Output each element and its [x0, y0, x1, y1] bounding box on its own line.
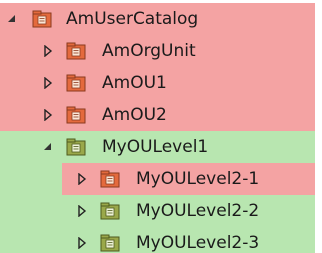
tree-node-amusercatalog[interactable]: AmUserCatalog — [0, 3, 315, 35]
tree-node-label: MyOULevel2-2 — [136, 201, 260, 221]
folder-green-icon — [100, 233, 120, 253]
folder-green-icon — [100, 201, 120, 221]
tree-node-myoulevel1[interactable]: MyOULevel1 — [0, 131, 315, 163]
tree-node-label: MyOULevel1 — [102, 137, 209, 157]
folder-green-icon — [66, 137, 86, 157]
expanded-triangle-icon[interactable] — [6, 12, 18, 26]
tree-node-label: MyOULevel2-1 — [136, 169, 260, 189]
folder-red-icon — [32, 9, 52, 29]
collapsed-triangle-icon[interactable] — [42, 44, 54, 58]
tree-node-label: AmUserCatalog — [66, 9, 199, 29]
folder-red-icon — [66, 105, 86, 125]
collapsed-triangle-icon[interactable] — [76, 204, 88, 218]
collapsed-triangle-icon[interactable] — [42, 76, 54, 90]
folder-red-icon — [66, 41, 86, 61]
tree-node-myoulevel2-3[interactable]: MyOULevel2-3 — [0, 227, 315, 253]
tree-node-amou1[interactable]: AmOU1 — [0, 67, 315, 99]
folder-red-icon — [100, 169, 120, 189]
collapsed-triangle-icon[interactable] — [42, 108, 54, 122]
tree-node-amorgunit[interactable]: AmOrgUnit — [0, 35, 315, 67]
tree-node-myoulevel2-1[interactable]: MyOULevel2-1 — [62, 163, 315, 195]
tree-node-myoulevel2-2[interactable]: MyOULevel2-2 — [0, 195, 315, 227]
tree-node-amou2[interactable]: AmOU2 — [0, 99, 315, 131]
catalog-tree: AmUserCatalog AmOrgUnit AmOU1 AmOU2 MyOU… — [0, 0, 315, 253]
tree-node-label: AmOU1 — [102, 73, 167, 93]
tree-node-label: MyOULevel2-3 — [136, 233, 260, 253]
tree-node-label: AmOrgUnit — [102, 41, 196, 61]
collapsed-triangle-icon[interactable] — [76, 236, 88, 250]
expanded-triangle-icon[interactable] — [42, 140, 54, 154]
folder-red-icon — [66, 73, 86, 93]
collapsed-triangle-icon[interactable] — [76, 172, 88, 186]
tree-node-label: AmOU2 — [102, 105, 167, 125]
